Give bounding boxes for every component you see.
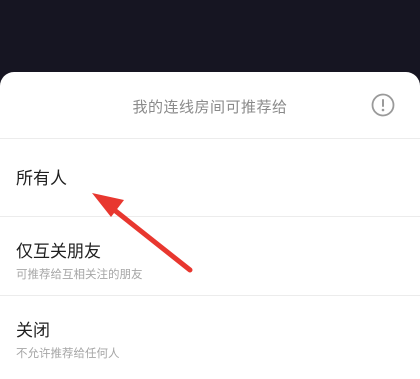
option-off[interactable]: 关闭 不允许推荐给任何人 — [0, 296, 420, 379]
option-mutual-friends[interactable]: 仅互关朋友 可推荐给互相关注的朋友 — [0, 217, 420, 295]
option-description: 不允许推荐给任何人 — [16, 346, 120, 360]
recommend-settings-sheet: 我的连线房间可推荐给 所有人 仅互关朋友 可推荐给互相关注的朋友 关闭 不允许推… — [0, 72, 420, 379]
option-description: 可推荐给互相关注的朋友 — [16, 267, 143, 281]
option-label: 仅互关朋友 — [16, 242, 101, 262]
option-label: 所有人 — [16, 169, 67, 189]
sheet-header: 我的连线房间可推荐给 — [0, 72, 420, 139]
sheet-title: 我的连线房间可推荐给 — [132, 98, 288, 116]
info-icon[interactable] — [371, 93, 395, 117]
option-everyone[interactable]: 所有人 — [0, 138, 420, 216]
option-label: 关闭 — [16, 321, 50, 341]
